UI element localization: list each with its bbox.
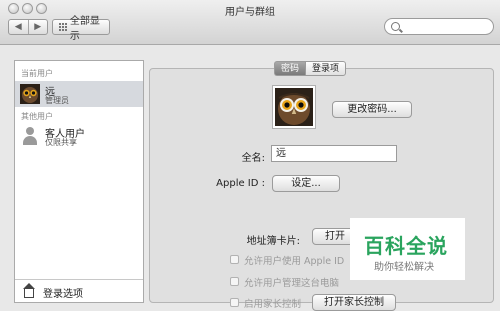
current-users-header: 当前用户 <box>21 69 53 78</box>
allow-apple-id-checkbox[interactable] <box>230 255 239 264</box>
forward-button[interactable]: ▶ <box>29 20 48 34</box>
current-user-role: 管理员 <box>45 96 69 105</box>
grid-icon <box>59 23 67 31</box>
apple-id-set-button[interactable]: 设定... <box>272 175 340 192</box>
user-list: 当前用户 远 管理员 其他用户 客人用户 仅限共享 登录选项 <box>14 60 144 303</box>
full-name-field[interactable]: 远 <box>271 145 397 162</box>
window-toolbar: 用户与群组 ◀ ▶ 全部显示 <box>0 0 500 45</box>
watermark-overlay: 百科全说 助你轻松解决 <box>350 218 465 280</box>
allow-admin-label: 允许用户管理这台电脑 <box>244 278 340 289</box>
allow-apple-id-label: 允许用户使用 Apple ID <box>244 256 345 267</box>
person-icon <box>21 127 39 145</box>
house-icon <box>21 283 37 299</box>
show-all-button[interactable]: 全部显示 <box>52 16 110 42</box>
parental-controls-label: 启用家长控制 <box>244 299 302 310</box>
back-button[interactable]: ◀ <box>9 20 29 34</box>
tab-login-items[interactable]: 登录项 <box>305 61 347 76</box>
allow-admin-checkbox[interactable] <box>230 277 239 286</box>
guest-user-role: 仅限共享 <box>45 138 77 147</box>
user-picture-well[interactable] <box>272 85 316 129</box>
tab-bar: 密码 登录项 <box>274 61 347 76</box>
watermark-logo: 百科全说 <box>364 234 448 258</box>
login-options-item[interactable]: 登录选项 <box>15 279 143 302</box>
login-options-label: 登录选项 <box>43 289 83 300</box>
navigation-buttons: ◀ ▶ <box>8 19 48 35</box>
full-name-label: 全名: <box>241 153 265 164</box>
other-users-header: 其他用户 <box>21 112 53 121</box>
user-row-guest[interactable]: 客人用户 仅限共享 <box>15 123 143 149</box>
change-password-button[interactable]: 更改密码... <box>332 101 412 118</box>
show-all-label: 全部显示 <box>69 16 100 42</box>
search-icon <box>391 22 400 31</box>
owl-avatar-icon <box>20 84 40 104</box>
user-row-current[interactable]: 远 管理员 <box>15 81 143 107</box>
owl-picture-icon <box>275 88 313 126</box>
watermark-tagline: 助你轻松解决 <box>374 262 434 273</box>
apple-id-label: Apple ID : <box>216 178 265 189</box>
search-field[interactable] <box>384 18 494 35</box>
tab-password[interactable]: 密码 <box>274 61 306 76</box>
address-card-label: 地址簿卡片: <box>246 236 300 247</box>
